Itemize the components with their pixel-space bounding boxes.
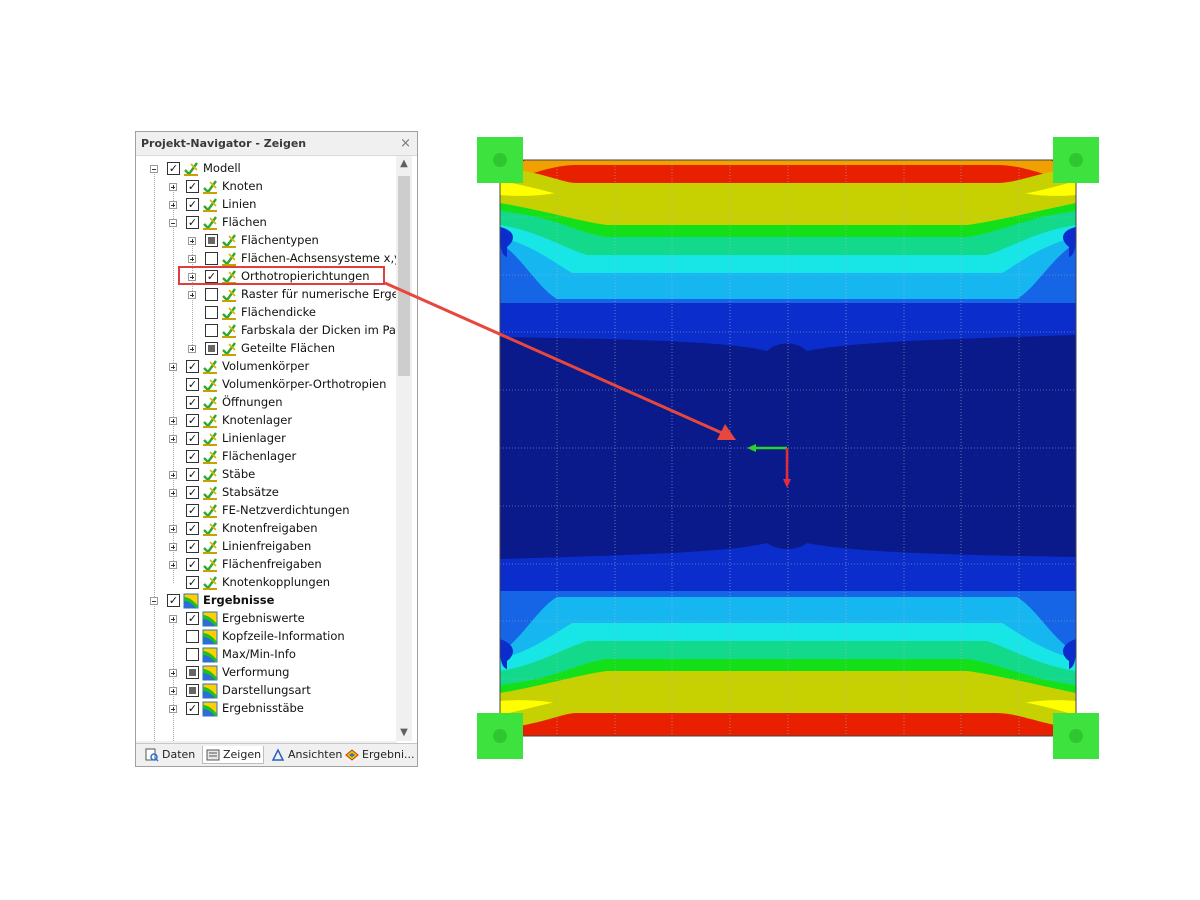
- pointer-arrow: [384, 281, 736, 440]
